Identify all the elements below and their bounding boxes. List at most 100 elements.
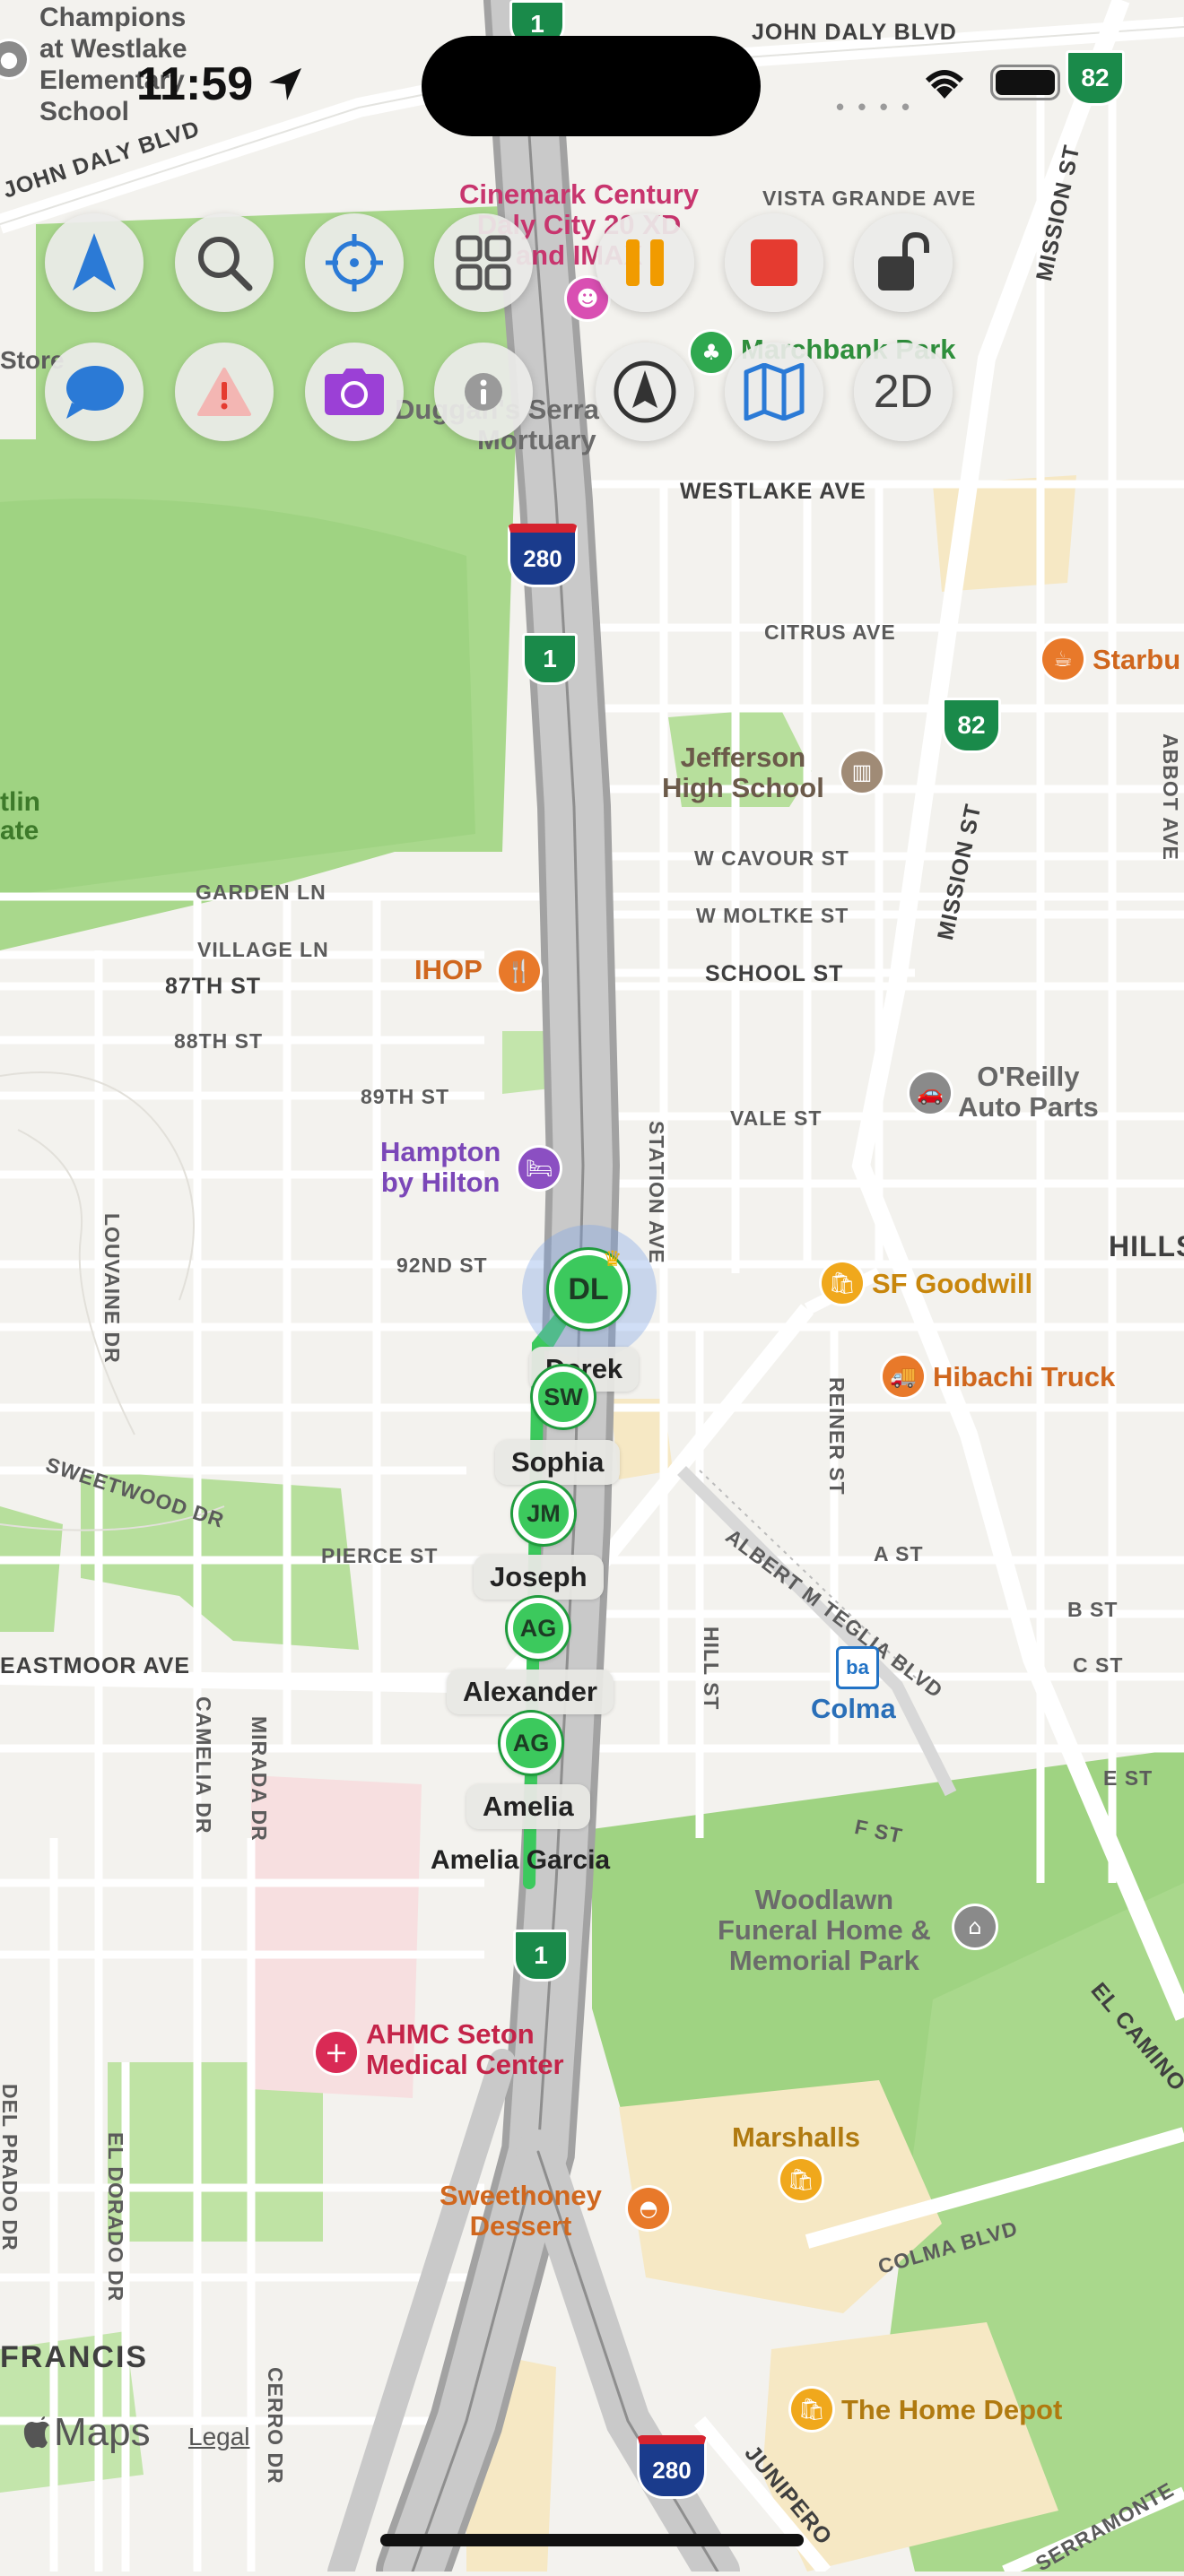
person-name-tag: Alexander xyxy=(447,1670,614,1714)
street-label: 88TH ST xyxy=(174,1029,264,1053)
street-label: FRANCIS xyxy=(0,2340,149,2374)
street-label: LOUVAINE DR xyxy=(100,1213,124,1364)
tree-icon: ♣ xyxy=(691,332,732,373)
selected-person-full-name: Amelia Garcia xyxy=(431,1845,611,1875)
person-name-tag: Joseph xyxy=(474,1555,604,1600)
street-label: EASTMOOR AVE xyxy=(0,1653,191,1678)
folded-map-icon xyxy=(744,363,805,421)
street-label: CAMELIA DR xyxy=(192,1696,215,1834)
street-label: JOHN DALY BLVD xyxy=(752,20,957,45)
interstate-280-shield: 280 xyxy=(508,524,578,587)
magnifier-icon xyxy=(198,237,253,291)
street-label: REINER ST xyxy=(825,1377,849,1496)
street-label: B ST xyxy=(1067,1598,1119,1621)
wifi-icon xyxy=(920,63,969,105)
street-label: VILLAGE LN xyxy=(197,938,329,961)
locate-me-button[interactable] xyxy=(305,213,404,312)
person-name-tag: Sophia xyxy=(495,1440,621,1485)
cellular-signal-icon: • • • • xyxy=(836,93,914,120)
navigation-arrow-button[interactable] xyxy=(45,213,144,312)
shopping-bag-icon: 🛍 xyxy=(791,2389,832,2430)
stop-icon xyxy=(751,239,797,286)
dynamic-island xyxy=(422,36,761,136)
street-label: DEL PRADO DR xyxy=(0,2084,22,2251)
street-label: 89TH ST xyxy=(361,1085,450,1108)
chat-bubble-icon xyxy=(66,366,124,419)
street-label: W CAVOUR ST xyxy=(694,846,849,870)
food-truck-icon: 🚚 xyxy=(883,1356,924,1397)
apple-logo-icon xyxy=(23,2416,49,2449)
street-label: HILL ST xyxy=(700,1626,723,1711)
crosshair-icon xyxy=(326,234,383,291)
highway-82-shield: 82 xyxy=(1066,50,1125,106)
street-label: EL DORADO DR xyxy=(104,2132,127,2303)
avatar: JM xyxy=(513,1483,574,1544)
search-button[interactable] xyxy=(175,213,274,312)
pause-icon xyxy=(626,239,664,286)
street-label: A ST xyxy=(874,1542,924,1566)
car-icon: 🚗 xyxy=(910,1072,951,1114)
view-mode-label: 2D xyxy=(873,366,934,418)
shopping-bag-icon: 🛍 xyxy=(822,1262,863,1304)
battery-icon xyxy=(990,65,1060,100)
stop-button[interactable] xyxy=(725,213,823,312)
street-label: VALE ST xyxy=(730,1106,823,1130)
street-label: CITRUS AVE xyxy=(764,620,896,644)
bart-station-icon: ba xyxy=(836,1646,879,1689)
map-style-button[interactable] xyxy=(725,343,823,441)
area-label: tlin xyxy=(0,787,40,817)
street-label: E ST xyxy=(1103,1766,1154,1790)
avatar: AG xyxy=(501,1713,562,1774)
school-building-icon: ▥ xyxy=(841,751,883,793)
view-mode-button[interactable]: 2D xyxy=(854,343,953,441)
compass-button[interactable] xyxy=(596,343,694,441)
info-button[interactable] xyxy=(434,343,533,441)
highway-82-shield: 82 xyxy=(942,698,1001,753)
street-label: VISTA GRANDE AVE xyxy=(762,186,977,210)
coffee-cup-icon: ☕ xyxy=(1042,638,1084,680)
location-arrow-icon xyxy=(266,65,305,108)
unlocked-padlock-icon xyxy=(878,231,929,291)
camera-button[interactable] xyxy=(305,343,404,441)
street-label: MIRADA DR xyxy=(248,1716,271,1842)
shopping-bag-icon: 🛍 xyxy=(780,2159,822,2200)
dessert-icon: ◓ xyxy=(628,2188,669,2229)
fork-knife-icon: 🍴 xyxy=(499,950,540,992)
bed-icon: 🛏 xyxy=(518,1148,560,1189)
street-label: C ST xyxy=(1073,1653,1124,1677)
medical-cross-icon: + xyxy=(316,2032,357,2073)
pause-button[interactable] xyxy=(596,213,694,312)
legal-link[interactable]: Legal xyxy=(188,2423,250,2451)
funeral-home-icon: ⌂ xyxy=(954,1906,996,1947)
street-label: WESTLAKE AVE xyxy=(680,479,866,504)
person-name-tag: Amelia xyxy=(466,1784,590,1829)
lock-button[interactable] xyxy=(854,213,953,312)
street-label: STATION AVE xyxy=(645,1121,668,1264)
interstate-280-shield: 280 xyxy=(637,2435,707,2499)
status-time: 11:59 xyxy=(136,58,254,110)
street-label: PIERCE ST xyxy=(321,1544,439,1567)
highway-1-shield: 1 xyxy=(522,633,578,685)
grid-icon xyxy=(456,235,511,291)
avatar: SW xyxy=(533,1366,594,1427)
warning-triangle-icon xyxy=(197,368,251,416)
street-label: SCHOOL ST xyxy=(705,961,844,986)
grid-menu-button[interactable] xyxy=(434,213,533,312)
highway-1-shield: 1 xyxy=(513,1930,569,1982)
home-indicator xyxy=(380,2534,804,2546)
compass-icon xyxy=(614,360,676,423)
alert-button[interactable] xyxy=(175,343,274,441)
navigation-arrow-icon xyxy=(73,233,116,291)
street-label: GARDEN LN xyxy=(196,880,326,904)
apple-maps-attribution: Maps xyxy=(23,2410,151,2455)
messages-button[interactable] xyxy=(45,343,144,441)
avatar: AG xyxy=(508,1598,569,1659)
camera-icon xyxy=(325,369,384,415)
street-label: 87TH ST xyxy=(165,974,262,999)
info-icon xyxy=(465,373,502,411)
street-label: CERRO DR xyxy=(264,2367,287,2485)
street-label: HILLS xyxy=(1109,1230,1184,1262)
street-label: W MOLTKE ST xyxy=(696,904,849,927)
crown-icon: ♛ xyxy=(603,1246,622,1271)
street-label: ABBOT AVE xyxy=(1159,733,1182,861)
